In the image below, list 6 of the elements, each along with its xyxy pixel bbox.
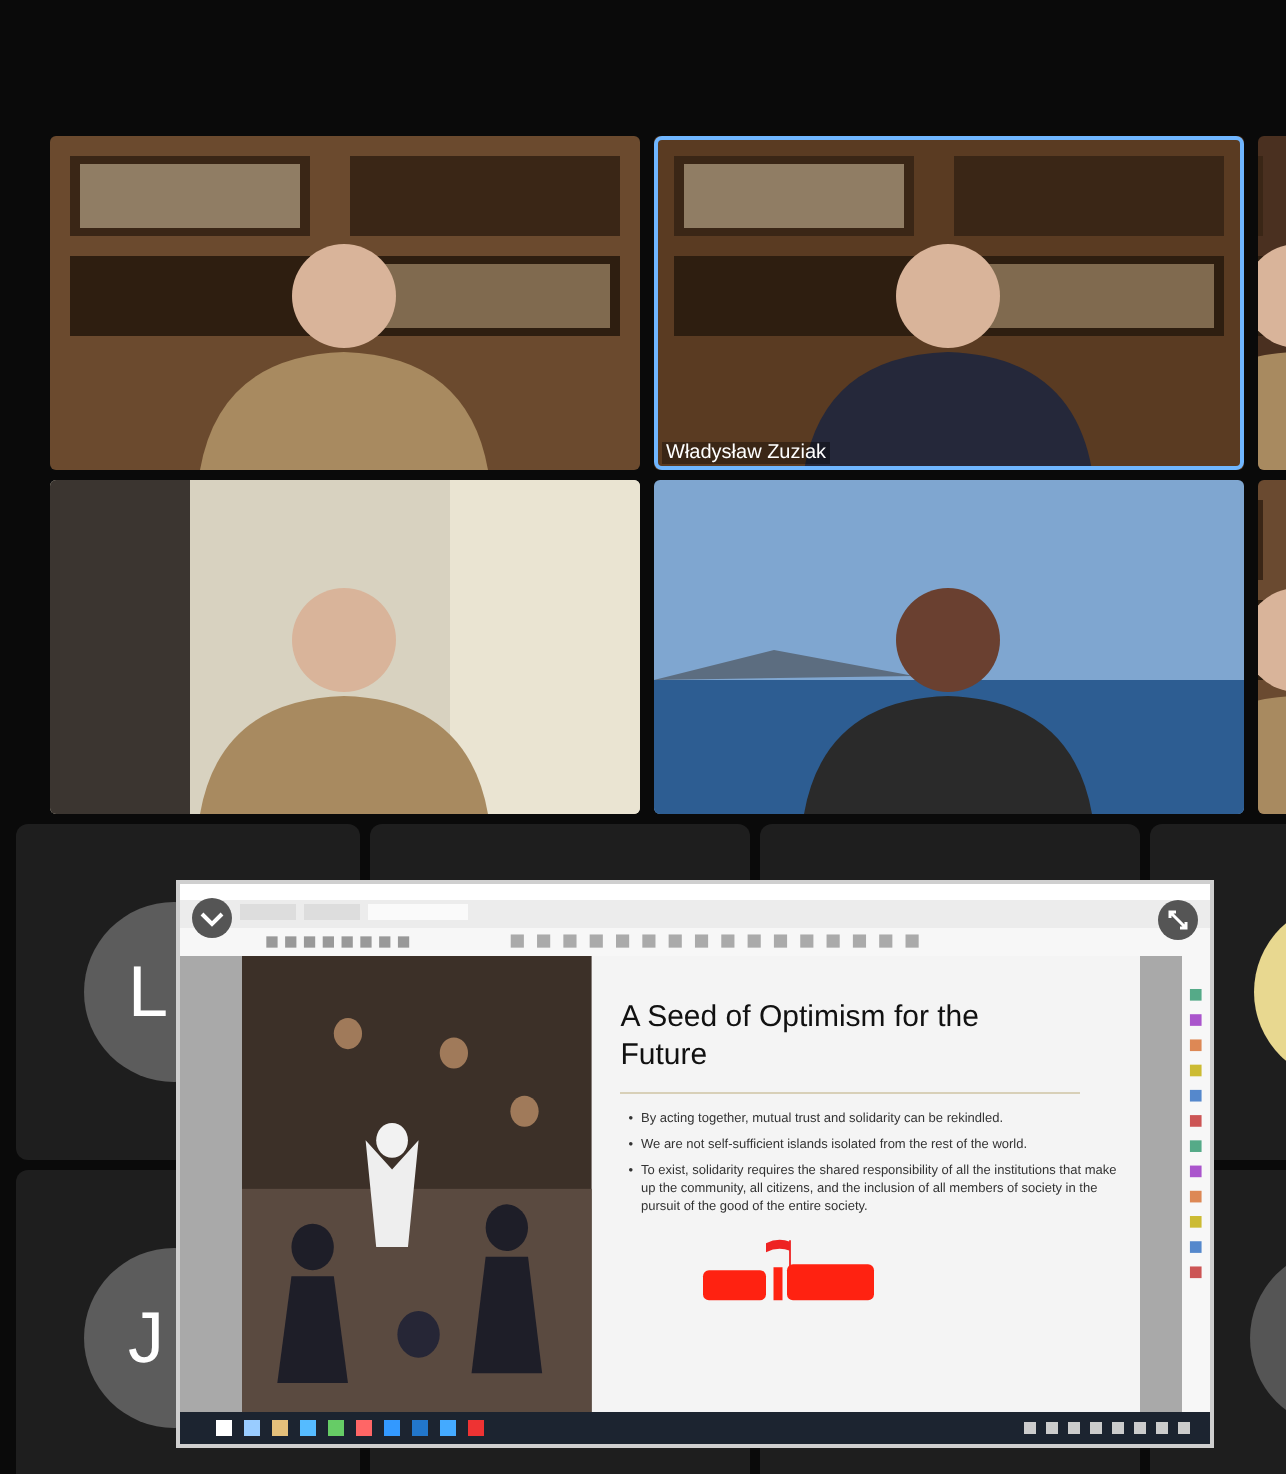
expand-icon[interactable] bbox=[1158, 900, 1198, 940]
participant-name: Władysław Zuziak bbox=[662, 442, 831, 464]
slide-title: A Seed of Optimism for the Future bbox=[620, 1000, 981, 1075]
avatar-initials: L bbox=[128, 950, 169, 1034]
avatar-initials: J bbox=[128, 1296, 164, 1380]
chevron-down-icon[interactable] bbox=[192, 898, 232, 938]
